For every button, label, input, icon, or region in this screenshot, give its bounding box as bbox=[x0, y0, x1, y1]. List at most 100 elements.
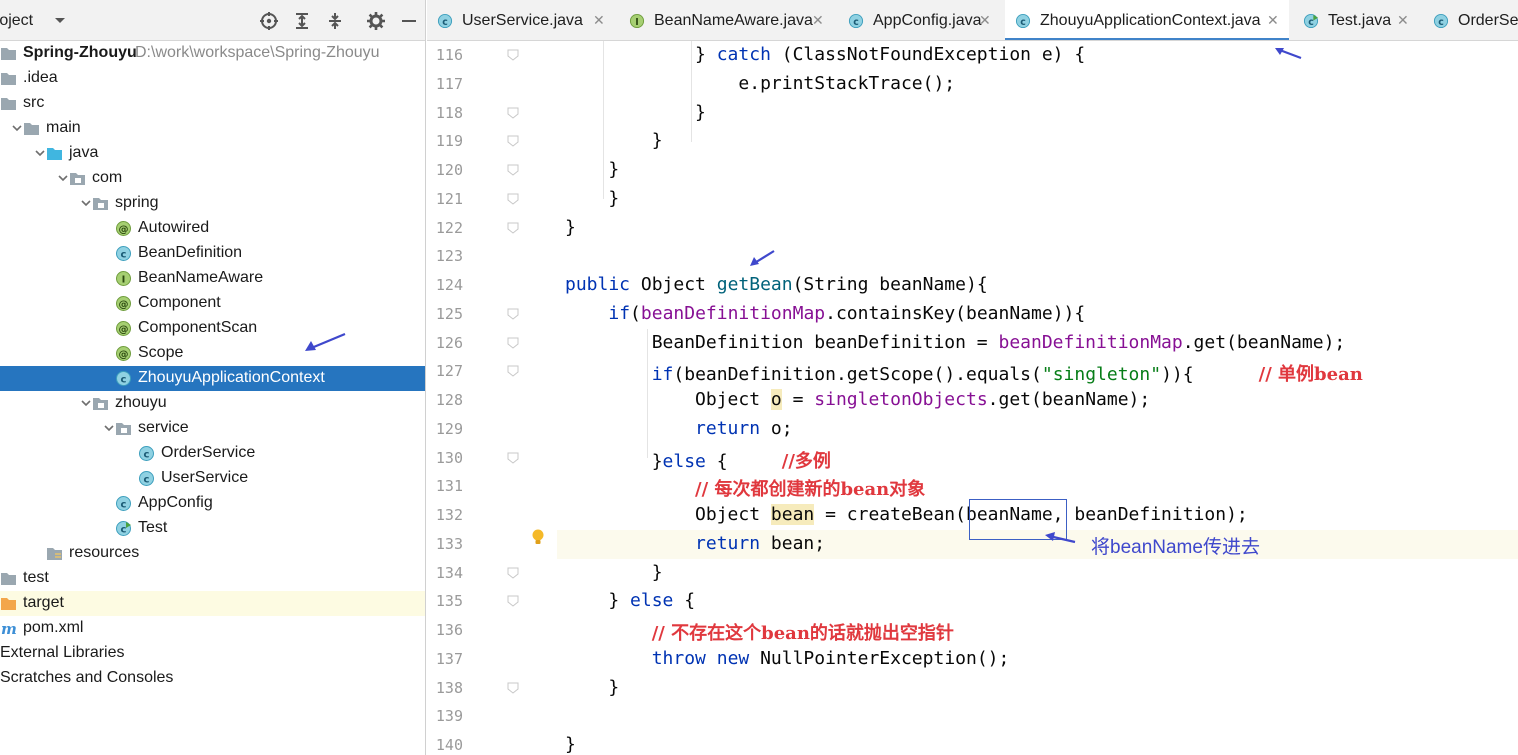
close-icon[interactable]: ✕ bbox=[1267, 13, 1281, 27]
lightbulb-icon[interactable] bbox=[529, 528, 547, 546]
project-toolbar: roject bbox=[0, 0, 425, 41]
code-line[interactable]: } bbox=[427, 185, 1518, 214]
close-icon[interactable]: ✕ bbox=[812, 13, 826, 27]
tree-item[interactable]: Spring-Zhouyu D:\work\workspace\Spring-Zh… bbox=[0, 41, 425, 66]
fold-marker-icon[interactable] bbox=[506, 307, 520, 321]
editor-tab[interactable]: c AppConfig.java ✕ bbox=[838, 0, 1001, 40]
tree-item[interactable]: External Libraries bbox=[0, 641, 425, 666]
chevron-down-icon[interactable] bbox=[34, 147, 46, 159]
code-line[interactable] bbox=[427, 702, 1518, 731]
tree-item[interactable]: c ZhouyuApplicationContext bbox=[0, 366, 425, 391]
code-line[interactable]: BeanDefinition beanDefinition = beanDefi… bbox=[427, 329, 1518, 358]
close-icon[interactable]: ✕ bbox=[979, 13, 993, 27]
code-line[interactable]: } bbox=[427, 731, 1518, 755]
chevron-down-icon[interactable] bbox=[57, 172, 69, 184]
tree-item[interactable]: @ Scope bbox=[0, 341, 425, 366]
code-line[interactable]: } bbox=[427, 559, 1518, 588]
class-icon: c bbox=[116, 496, 131, 511]
code-line[interactable]: } else { bbox=[427, 587, 1518, 616]
code-text: e.printStackTrace(); bbox=[565, 73, 955, 94]
tree-item[interactable]: spring bbox=[0, 191, 425, 216]
tree-item[interactable]: @ ComponentScan bbox=[0, 316, 425, 341]
code-line[interactable]: return o; bbox=[427, 415, 1518, 444]
tree-item[interactable]: target bbox=[0, 591, 425, 616]
fold-marker-icon[interactable] bbox=[506, 681, 520, 695]
fold-marker-icon[interactable] bbox=[506, 364, 520, 378]
editor-tab[interactable]: c Test.java ✕ bbox=[1293, 0, 1419, 40]
fold-marker-icon[interactable] bbox=[506, 594, 520, 608]
fold-marker-icon[interactable] bbox=[506, 48, 520, 62]
editor-gutter: 116 117 118 119 120 121 122 123 124 125 126 127 128 1… bbox=[427, 41, 557, 755]
tree-item[interactable]: m pom.xml bbox=[0, 616, 425, 641]
fold-marker-icon[interactable] bbox=[506, 221, 520, 235]
code-line[interactable]: Object o = singletonObjects.get(beanName… bbox=[427, 386, 1518, 415]
close-icon[interactable]: ✕ bbox=[1397, 13, 1411, 27]
code-token: .get(beanName); bbox=[987, 389, 1151, 410]
hide-icon[interactable] bbox=[399, 11, 419, 31]
code-line[interactable]: }else { //多例 bbox=[427, 444, 1518, 473]
close-icon[interactable]: ✕ bbox=[593, 13, 607, 27]
tree-item[interactable]: zhouyu bbox=[0, 391, 425, 416]
code-line[interactable]: } bbox=[427, 127, 1518, 156]
tree-item[interactable]: main bbox=[0, 116, 425, 141]
fold-marker-icon[interactable] bbox=[506, 192, 520, 206]
editor-tab[interactable]: c OrderSer bbox=[1423, 0, 1518, 40]
tree-item[interactable]: I BeanNameAware bbox=[0, 266, 425, 291]
chevron-down-icon[interactable] bbox=[52, 12, 68, 28]
code-token: Object bbox=[630, 274, 717, 295]
tree-item[interactable]: Scratches and Consoles bbox=[0, 666, 425, 691]
tree-item[interactable]: c UserService bbox=[0, 466, 425, 491]
chevron-down-icon[interactable] bbox=[103, 422, 115, 434]
code-line[interactable] bbox=[427, 242, 1518, 271]
locate-icon[interactable] bbox=[259, 11, 279, 31]
code-line[interactable]: public Object getBean(String beanName){ bbox=[427, 271, 1518, 300]
collapse-all-icon[interactable] bbox=[325, 11, 345, 31]
fold-marker-icon[interactable] bbox=[506, 451, 520, 465]
code-line[interactable]: } bbox=[427, 214, 1518, 243]
code-token: else bbox=[630, 590, 674, 612]
code-line[interactable]: } bbox=[427, 156, 1518, 185]
code-line[interactable]: } catch (ClassNotFoundException e) { bbox=[427, 41, 1518, 70]
code-line[interactable]: } bbox=[427, 99, 1518, 128]
editor-tab[interactable]: I BeanNameAware.java ✕ bbox=[619, 0, 834, 40]
code-line[interactable]: if(beanDefinitionMap.containsKey(beanNam… bbox=[427, 300, 1518, 329]
tree-item[interactable]: c AppConfig bbox=[0, 491, 425, 516]
gear-icon[interactable] bbox=[366, 11, 386, 31]
fold-marker-icon[interactable] bbox=[506, 163, 520, 177]
code-line[interactable]: } bbox=[427, 674, 1518, 703]
fold-marker-icon[interactable] bbox=[506, 336, 520, 350]
chevron-down-icon[interactable] bbox=[11, 122, 23, 134]
expand-all-icon[interactable] bbox=[292, 11, 312, 31]
tree-item[interactable]: c BeanDefinition bbox=[0, 241, 425, 266]
tree-item[interactable]: c OrderService bbox=[0, 441, 425, 466]
editor-tab[interactable]: c ZhouyuApplicationContext.java ✕ bbox=[1005, 0, 1289, 40]
code-token: new bbox=[716, 647, 750, 669]
code-line[interactable]: throw new NullPointerException(); bbox=[427, 645, 1518, 674]
tree-item[interactable]: @ Component bbox=[0, 291, 425, 316]
chevron-down-icon[interactable] bbox=[80, 197, 92, 209]
tree-item[interactable]: test bbox=[0, 566, 425, 591]
line-number: 119 bbox=[435, 132, 463, 151]
fold-marker-icon[interactable] bbox=[506, 566, 520, 580]
code-line[interactable]: // 每次都创建新的bean对象 bbox=[427, 472, 1518, 501]
code-token: } bbox=[565, 676, 620, 698]
code-editor[interactable]: } catch (ClassNotFoundException e) { e.p… bbox=[427, 41, 1518, 755]
tree-item[interactable]: c Test bbox=[0, 516, 425, 541]
code-line[interactable]: e.printStackTrace(); bbox=[427, 70, 1518, 99]
tree-item[interactable]: src bbox=[0, 91, 425, 116]
tree-item-label: java bbox=[69, 144, 99, 161]
code-line[interactable]: if(beanDefinition.getScope().equals("sin… bbox=[427, 357, 1518, 386]
tree-item[interactable]: java bbox=[0, 141, 425, 166]
project-view-title[interactable]: roject bbox=[0, 12, 33, 30]
tree-item[interactable]: .idea bbox=[0, 66, 425, 91]
tree-item[interactable]: @ Autowired bbox=[0, 216, 425, 241]
chevron-down-icon[interactable] bbox=[80, 397, 92, 409]
fold-marker-icon[interactable] bbox=[506, 106, 520, 120]
code-line[interactable]: // 不存在这个bean的话就抛出空指针 bbox=[427, 616, 1518, 645]
tree-item[interactable]: com bbox=[0, 166, 425, 191]
fold-marker-icon[interactable] bbox=[506, 134, 520, 148]
tree-item[interactable]: service bbox=[0, 416, 425, 441]
editor-tab[interactable]: c UserService.java ✕ bbox=[427, 0, 615, 40]
tree-item[interactable]: resources bbox=[0, 541, 425, 566]
